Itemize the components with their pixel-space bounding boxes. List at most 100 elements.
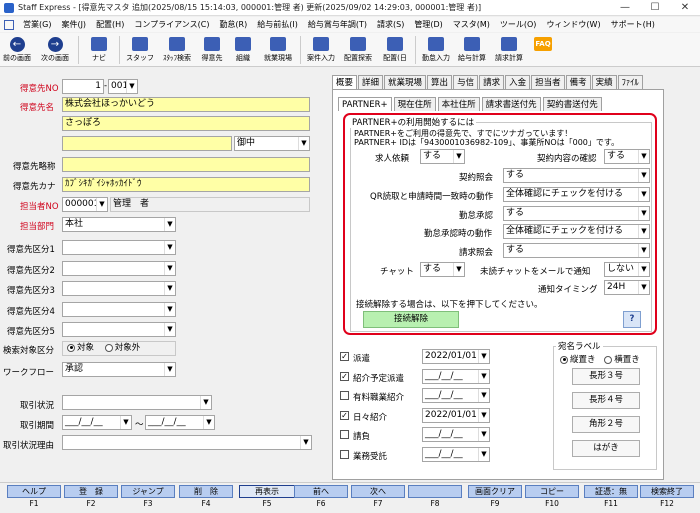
- subtab-item[interactable]: PARTNER+: [338, 97, 392, 111]
- subtab-item[interactable]: 請求書送付先: [481, 97, 541, 111]
- tab-item[interactable]: 概要: [332, 75, 358, 89]
- function-key-button[interactable]: 登 録: [64, 485, 118, 498]
- toolbar-button[interactable]: ｽﾀｯﾌ検索: [158, 33, 196, 67]
- chat-select[interactable]: する ▼: [420, 262, 465, 277]
- contract-checkbox[interactable]: [340, 391, 349, 400]
- function-key-button[interactable]: 証憑：無: [584, 485, 638, 498]
- menu-item[interactable]: マスタ(M): [448, 19, 495, 30]
- function-key-button[interactable]: 画面クリア: [468, 485, 522, 498]
- vertical-radio[interactable]: [560, 355, 568, 364]
- toolbar-button[interactable]: ← 前の画面: [0, 33, 34, 67]
- contract-checkbox[interactable]: ✓: [340, 371, 349, 381]
- search-target-on-radio[interactable]: [67, 343, 75, 352]
- menu-item[interactable]: ツール(O): [495, 19, 542, 30]
- tab-item[interactable]: 算出: [427, 75, 453, 89]
- client-short-input[interactable]: [62, 157, 310, 172]
- maximize-button[interactable]: ☐: [640, 0, 670, 16]
- tab-item[interactable]: 請求: [479, 75, 505, 89]
- contract-date-select[interactable]: ___/__/__ ▼: [422, 427, 490, 442]
- tab-item[interactable]: 実績: [591, 75, 617, 89]
- client-class-select[interactable]: ▼: [62, 240, 176, 255]
- disconnect-button[interactable]: 接続解除: [363, 311, 459, 328]
- client-name-input-2[interactable]: さっぽろ: [62, 116, 310, 131]
- toolbar-button[interactable]: 配置(日: [377, 33, 413, 67]
- contract-date-select[interactable]: ___/__/__ ▼: [422, 388, 490, 403]
- contract-date-select[interactable]: 2022/01/01 ▼: [422, 407, 490, 423]
- qr-action-select[interactable]: 全体確認にチェックを付ける ▼: [503, 187, 650, 202]
- toolbar-button[interactable]: ナビ: [81, 33, 117, 67]
- contract-query-select[interactable]: する ▼: [503, 168, 650, 183]
- function-key-button[interactable]: 検索終了: [640, 485, 694, 498]
- subtab-item[interactable]: 現在住所: [393, 97, 436, 111]
- address-label-button[interactable]: 角形２号: [572, 416, 640, 433]
- menu-item[interactable]: コンプライアンス(C): [129, 19, 214, 30]
- function-key-button[interactable]: 削 除: [179, 485, 233, 498]
- contract-checkbox[interactable]: ✓: [340, 410, 349, 420]
- client-name-input-1[interactable]: 株式会社ほっかいどう: [62, 97, 310, 112]
- search-target-off-radio[interactable]: [104, 343, 113, 352]
- staff-no-select[interactable]: 000001 ▼: [62, 197, 108, 212]
- address-label-button[interactable]: はがき: [572, 440, 640, 457]
- notify-timing-select[interactable]: 24H ▼: [604, 280, 650, 295]
- help-button[interactable]: ?: [623, 311, 641, 328]
- toolbar-button[interactable]: FAQ: [528, 33, 558, 67]
- toolbar-button[interactable]: 得意先: [196, 33, 228, 67]
- horizontal-radio[interactable]: [604, 355, 613, 364]
- menu-item[interactable]: 案件(J): [56, 19, 91, 30]
- menu-item[interactable]: 請求(S): [372, 19, 409, 30]
- attendance-approval-select[interactable]: する ▼: [503, 206, 650, 221]
- billing-query-select[interactable]: する ▼: [503, 243, 650, 258]
- function-key-button[interactable]: 再表示: [239, 485, 295, 498]
- client-class-select[interactable]: ▼: [62, 322, 176, 337]
- tab-item[interactable]: 担当者: [531, 75, 565, 89]
- tab-item[interactable]: 就業現場: [384, 75, 427, 89]
- contract-checkbox[interactable]: [340, 430, 349, 439]
- request-select[interactable]: する ▼: [420, 149, 465, 164]
- client-kana-input[interactable]: ｶﾌﾞｼｷｶﾞｲｼｬﾎｯｶｲﾄﾞｳ: [62, 177, 310, 192]
- menu-item[interactable]: 勤怠(R): [214, 19, 252, 30]
- contract-date-select[interactable]: ___/__/__ ▼: [422, 446, 490, 462]
- menu-item[interactable]: 給与賞与年調(T): [303, 19, 372, 30]
- address-label-button[interactable]: 長形３号: [572, 368, 640, 385]
- toolbar-button[interactable]: スタッフ: [122, 33, 158, 67]
- function-key-button[interactable]: 前へ: [294, 485, 348, 498]
- address-label-button[interactable]: 長形４号: [572, 392, 640, 409]
- workflow-select[interactable]: 承認 ▼: [62, 362, 176, 377]
- tab-item[interactable]: 備考: [565, 75, 591, 89]
- toolbar-button[interactable]: 就業現場: [258, 33, 298, 67]
- function-key-button[interactable]: 次へ: [351, 485, 405, 498]
- menu-item[interactable]: 給与前払(I): [252, 19, 303, 30]
- contract-date-select[interactable]: ___/__/__ ▼: [422, 368, 490, 384]
- unread-chat-select[interactable]: しない ▼: [604, 262, 650, 277]
- toolbar-button[interactable]: 配置探索: [339, 33, 377, 67]
- client-no-input[interactable]: 1: [62, 79, 104, 94]
- subtab-item[interactable]: 契約書送付先: [542, 97, 602, 111]
- toolbar-button[interactable]: 勤怠入力: [418, 33, 454, 67]
- tab-item[interactable]: 与信: [453, 75, 479, 89]
- contract-checkbox[interactable]: [340, 449, 349, 459]
- honorific-select[interactable]: 御中 ▼: [234, 136, 310, 151]
- toolbar-button[interactable]: 案件入力: [303, 33, 339, 67]
- function-key-button[interactable]: ジャンプ: [121, 485, 175, 498]
- menu-item[interactable]: 配置(H): [91, 19, 129, 30]
- minimize-button[interactable]: —: [610, 0, 640, 16]
- subtab-item[interactable]: 本社住所: [437, 97, 480, 111]
- function-key-button[interactable]: [408, 485, 462, 498]
- function-key-button[interactable]: ヘルプ: [7, 485, 61, 498]
- client-name-input-3[interactable]: [62, 136, 232, 151]
- trade-period-end[interactable]: ___/__/__ ▼: [145, 415, 215, 430]
- toolbar-button[interactable]: → 次の画面: [34, 33, 76, 67]
- tab-item[interactable]: 入金: [505, 75, 531, 89]
- menu-item[interactable]: 管理(D): [409, 19, 447, 30]
- tab-item[interactable]: 詳細: [358, 75, 384, 89]
- client-class-select[interactable]: ▼: [62, 260, 176, 276]
- tab-item[interactable]: ﾌｧｲﾙ: [617, 75, 643, 89]
- toolbar-button[interactable]: 請求計算: [490, 33, 528, 67]
- menu-item[interactable]: ウィンドウ(W): [541, 19, 605, 30]
- trade-reason-select[interactable]: ▼: [62, 435, 312, 450]
- client-branch-select[interactable]: 001 ▼: [108, 79, 138, 94]
- contract-date-select[interactable]: 2022/01/01 ▼: [422, 349, 490, 364]
- trade-period-start[interactable]: ___/__/__ ▼: [62, 415, 132, 430]
- close-button[interactable]: ✕: [670, 0, 700, 16]
- toolbar-button[interactable]: 給与計算: [454, 33, 490, 67]
